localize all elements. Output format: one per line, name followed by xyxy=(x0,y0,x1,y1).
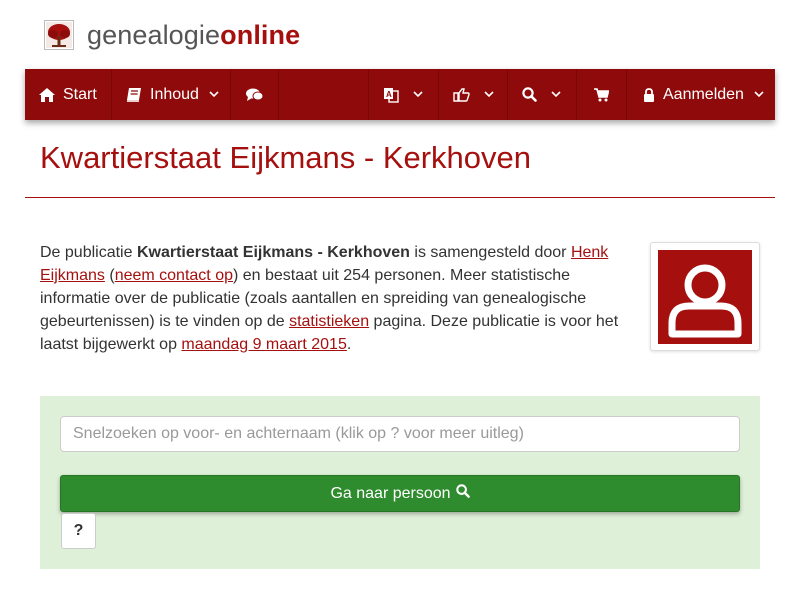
search-help-button[interactable]: ? xyxy=(61,513,96,549)
desc-text: is samengesteld door xyxy=(409,244,571,261)
go-to-person-label: Ga naar persoon xyxy=(330,484,451,502)
search-icon xyxy=(522,87,537,102)
nav-share[interactable] xyxy=(439,69,508,120)
book-icon xyxy=(126,87,142,102)
last-updated-link[interactable]: maandag 9 maart 2015 xyxy=(181,336,346,353)
chevron-down-icon xyxy=(551,91,561,98)
author-avatar-frame[interactable] xyxy=(650,242,760,351)
chevron-down-icon xyxy=(484,91,494,98)
logo-text-regular: genealogie xyxy=(87,19,221,50)
translate-icon: A xyxy=(383,87,399,103)
nav-aanmelden-label: Aanmelden xyxy=(663,85,744,103)
nav-aanmelden[interactable]: Aanmelden xyxy=(627,69,775,120)
chevron-down-icon xyxy=(754,91,764,98)
logo-text: genealogieonline xyxy=(87,20,300,51)
publication-description: De publicatie Kwartierstaat Eijkmans - K… xyxy=(40,241,630,356)
logo-text-strong: online xyxy=(220,19,301,50)
desc-text: . xyxy=(346,336,352,353)
comments-icon xyxy=(246,88,263,102)
share-icon xyxy=(453,87,470,102)
quick-search-panel: Ga naar persoon ? xyxy=(40,396,760,569)
nav-search[interactable] xyxy=(508,69,577,120)
desc-text: De publicatie xyxy=(40,244,137,261)
nav-language[interactable]: A xyxy=(369,69,439,120)
nav-start[interactable]: Start xyxy=(25,69,112,120)
tree-icon xyxy=(44,20,74,50)
search-icon xyxy=(451,484,470,503)
cart-icon xyxy=(594,87,609,102)
page-title: Kwartierstaat Eijkmans - Kerkhoven xyxy=(40,140,532,175)
home-icon xyxy=(39,87,55,102)
avatar xyxy=(658,250,752,344)
contact-link[interactable]: neem contact op xyxy=(115,267,233,284)
nav-inhoud-label: Inhoud xyxy=(150,85,199,103)
navbar-spacer xyxy=(279,69,369,120)
nav-cart[interactable] xyxy=(577,69,627,120)
title-divider xyxy=(25,197,775,198)
site-logo[interactable]: genealogieonline xyxy=(44,18,300,52)
main-navbar: Start Inhoud A Aanmelden xyxy=(25,69,775,120)
nav-comments[interactable] xyxy=(231,69,279,120)
publication-name: Kwartierstaat Eijkmans - Kerkhoven xyxy=(136,244,410,261)
go-to-person-button[interactable]: Ga naar persoon xyxy=(60,475,740,512)
nav-inhoud[interactable]: Inhoud xyxy=(112,69,231,120)
chevron-down-icon xyxy=(209,91,219,98)
user-icon xyxy=(658,248,752,347)
quick-search-input[interactable] xyxy=(60,416,740,452)
desc-text: ( xyxy=(104,267,115,284)
chevron-down-icon xyxy=(413,91,423,98)
lock-icon xyxy=(643,87,655,102)
statistics-link[interactable]: statistieken xyxy=(289,313,369,330)
nav-start-label: Start xyxy=(63,85,97,103)
svg-text:A: A xyxy=(386,90,392,99)
